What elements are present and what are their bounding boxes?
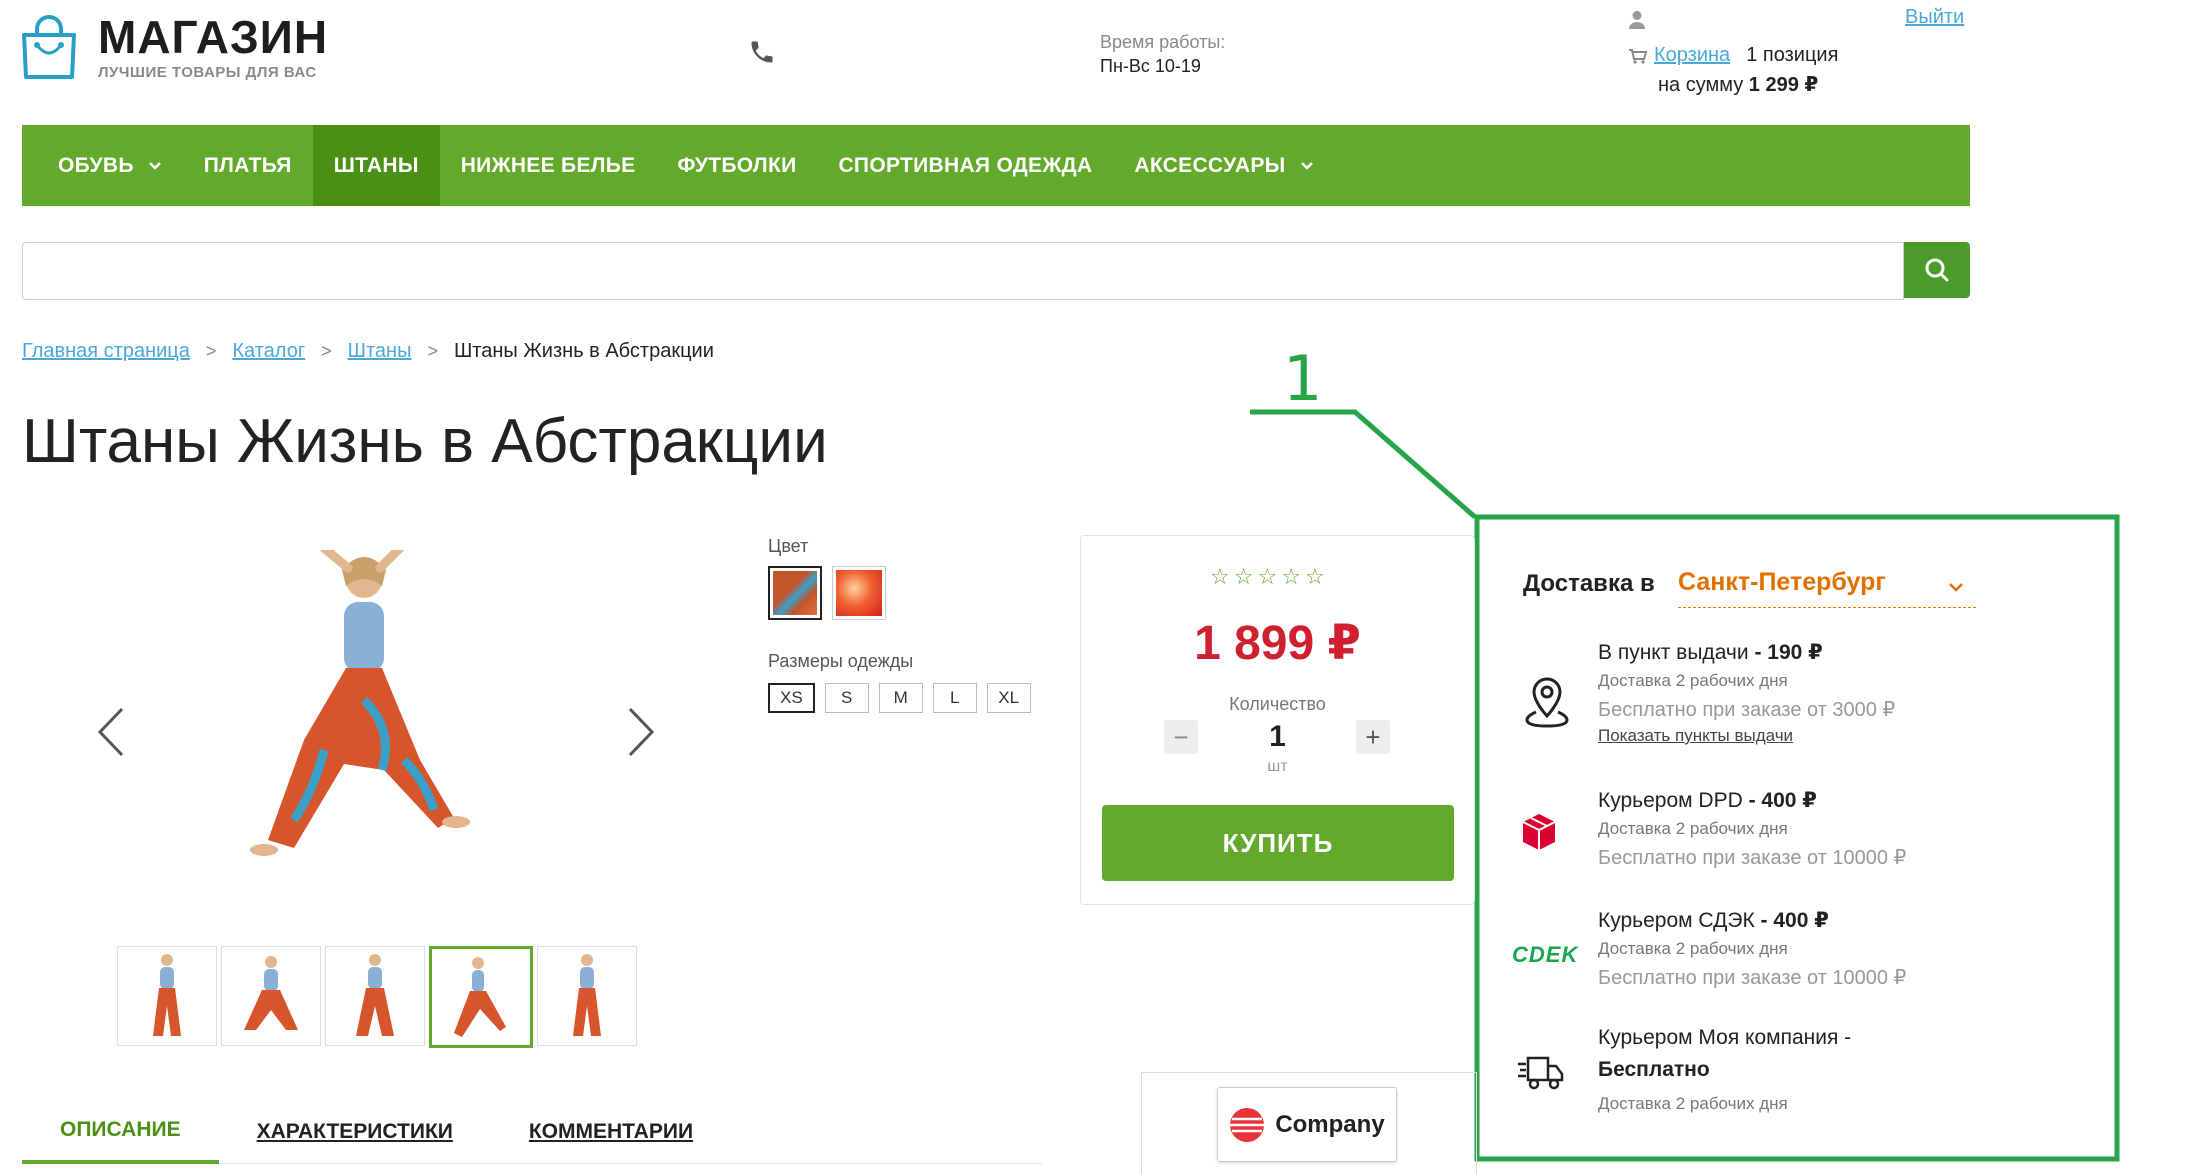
company-logo-icon — [1230, 1107, 1265, 1142]
delivery-title: Доставка в — [1523, 570, 1655, 597]
size-option-s[interactable]: S — [824, 683, 869, 713]
thumbnail-active[interactable] — [429, 946, 533, 1048]
city-selector[interactable]: Санкт-Петербург — [1678, 568, 1976, 608]
thumbnail[interactable] — [221, 946, 321, 1046]
delivery-option-days: Доставка 2 рабочих дня — [1598, 671, 1788, 690]
thumbnail-strip — [117, 946, 637, 1048]
company-logo[interactable]: Company — [1217, 1087, 1397, 1162]
tab-characteristics[interactable]: ХАРАКТЕРИСТИКИ — [219, 1100, 491, 1164]
tab-label: ХАРАКТЕРИСТИКИ — [256, 1120, 453, 1143]
color-swatch-red-orange[interactable] — [832, 566, 886, 620]
sizes-label: Размеры одежды — [768, 651, 914, 671]
product-price: 1 899 ₽ — [1194, 617, 1361, 670]
delivery-option-name: Курьером DPD — [1598, 789, 1743, 812]
size-option-l[interactable]: L — [932, 683, 977, 713]
quantity-value[interactable]: 1 — [1240, 720, 1315, 754]
delivery-option-dpd: Курьером DPD - 400 ₽ Доставка 2 рабочих … — [1598, 785, 1906, 870]
color-swatch-blue-orange[interactable] — [768, 566, 822, 620]
delivery-option-own: Курьером Моя компания - Бесплатно Доставк… — [1598, 1022, 1918, 1114]
delivery-option-price: - 400 ₽ — [1748, 789, 1817, 812]
quantity-unit: шт — [1267, 758, 1288, 775]
thumbnail[interactable] — [537, 946, 637, 1046]
delivery-option-free: Бесплатно при заказе от 10000 ₽ — [1598, 967, 1907, 989]
cdek-logo: CDEK — [1512, 942, 1579, 967]
quantity-decrease-button[interactable]: − — [1164, 720, 1198, 754]
delivery-option-days: Доставка 2 рабочих дня — [1598, 939, 1788, 958]
star-icon[interactable]: ☆ — [1234, 565, 1254, 590]
product-tabs: ОПИСАНИЕ ХАРАКТЕРИСТИКИ КОММЕНТАРИИ — [22, 1100, 1042, 1164]
map-pin-icon — [1525, 677, 1569, 728]
city-name: Санкт-Петербург — [1678, 568, 1886, 596]
delivery-option-name: Курьером Моя компания - — [1598, 1026, 1852, 1049]
buy-button[interactable]: КУПИТЬ — [1102, 805, 1454, 881]
delivery-option-price: - 400 ₽ — [1760, 909, 1829, 932]
thumbnail[interactable] — [325, 946, 425, 1046]
delivery-option-name: В пункт выдачи — [1598, 641, 1749, 664]
delivery-option-cdek: Курьером СДЭК - 400 ₽ Доставка 2 рабочих… — [1598, 905, 1906, 990]
rating-stars[interactable]: ☆ ☆ ☆ ☆ ☆ — [1210, 565, 1325, 590]
company-name: Company — [1275, 1110, 1385, 1138]
size-option-xs[interactable]: XS — [768, 683, 815, 713]
size-selector: XS S M L XL — [768, 683, 1031, 713]
delivery-truck-icon — [1518, 1056, 1564, 1090]
delivery-option-days: Доставка 2 рабочих дня — [1598, 1094, 1788, 1113]
dpd-cube-icon — [1522, 814, 1556, 850]
delivery-option-free: Бесплатно при заказе от 10000 ₽ — [1598, 847, 1907, 869]
gallery-next-arrow[interactable] — [626, 706, 656, 758]
star-icon[interactable]: ☆ — [1210, 565, 1230, 590]
chevron-down-icon — [1949, 583, 1963, 592]
delivery-option-name: Курьером СДЭК — [1598, 909, 1755, 932]
thumbnail[interactable] — [117, 946, 217, 1046]
delivery-option-days: Доставка 2 рабочих дня — [1598, 819, 1788, 838]
size-option-m[interactable]: M — [878, 683, 923, 713]
delivery-option-free: Бесплатно при заказе от 3000 ₽ — [1598, 699, 1896, 721]
show-pickup-points-link[interactable]: Показать пункты выдачи — [1598, 726, 1895, 746]
quantity-increase-button[interactable]: + — [1356, 720, 1390, 754]
tab-label: КОММЕНТАРИИ — [528, 1120, 694, 1143]
color-label: Цвет — [768, 536, 809, 556]
star-icon[interactable]: ☆ — [1305, 565, 1325, 590]
delivery-option-price: - 190 ₽ — [1754, 641, 1823, 664]
tab-label: ОПИСАНИЕ — [60, 1118, 181, 1141]
tab-description[interactable]: ОПИСАНИЕ — [22, 1100, 219, 1164]
delivery-option-price: Бесплатно — [1598, 1058, 1710, 1081]
tab-comments[interactable]: КОММЕНТАРИИ — [491, 1100, 731, 1164]
delivery-option-pickup: В пункт выдачи - 190 ₽ Доставка 2 рабочи… — [1598, 637, 1895, 746]
star-icon[interactable]: ☆ — [1281, 565, 1301, 590]
size-option-xl[interactable]: XL — [986, 683, 1031, 713]
product-photo — [250, 550, 470, 856]
gallery-prev-arrow[interactable] — [96, 706, 126, 758]
star-icon[interactable]: ☆ — [1257, 565, 1277, 590]
quantity-label: Количество — [1229, 694, 1326, 714]
